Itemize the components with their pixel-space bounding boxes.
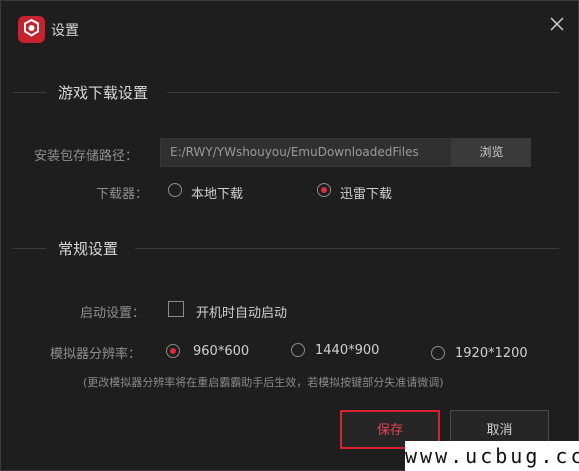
resolution-label: 模拟器分辨率： [50,347,142,362]
general-section-title: 常规设置 [58,240,119,258]
radio-res-960-label: 960*600 [193,344,250,359]
section-divider [13,248,46,249]
radio-xunlei-download-label: 迅雷下载 [340,187,393,202]
watermark: www.ucbug.cc [405,441,579,471]
settings-dialog: 设置 游戏下载设置 安装包存储路径： E:/RWY/YWshouyou/EmuD… [0,0,579,471]
section-divider [13,92,46,93]
browse-button[interactable]: 浏览 [452,138,531,167]
autostart-checkbox[interactable] [168,301,184,317]
close-icon[interactable] [547,14,567,34]
resolution-note: (更改模拟器分辨率将在重启霸霸助手后生效，若模拟按键部分失准请微调) [83,376,444,389]
downloader-label: 下载器： [96,187,149,202]
radio-res-1440[interactable] [291,343,305,357]
autostart-label: 开机时自动启动 [196,306,288,321]
radio-res-1920-label: 1920*1200 [455,346,528,361]
radio-local-download[interactable] [168,183,182,197]
radio-res-1440-label: 1440*900 [315,343,380,358]
radio-local-download-label: 本地下载 [191,187,244,202]
section-divider [135,248,559,249]
radio-res-1920[interactable] [431,346,445,360]
app-logo-icon [18,16,45,43]
install-path-label: 安装包存储路径： [34,149,139,164]
title-bar: 设置 [1,1,578,55]
download-section-title: 游戏下载设置 [58,84,149,102]
radio-xunlei-download[interactable] [317,183,331,197]
startup-label: 启动设置： [80,306,146,321]
window-title: 设置 [51,23,79,39]
install-path-field[interactable]: E:/RWY/YWshouyou/EmuDownloadedFiles [160,138,452,167]
radio-res-960[interactable] [166,344,180,358]
section-divider [167,92,559,93]
